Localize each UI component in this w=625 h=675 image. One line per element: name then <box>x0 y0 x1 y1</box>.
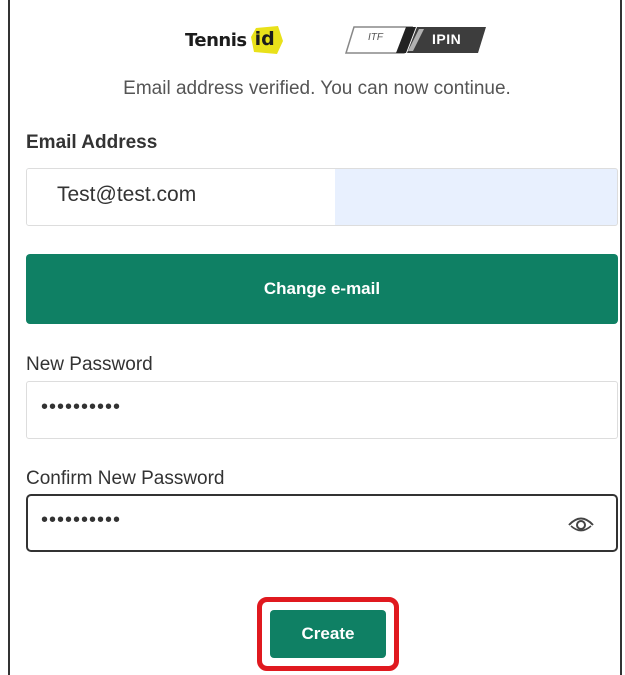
change-email-button[interactable]: Change e-mail <box>26 254 618 324</box>
itf-ipin-logo: ITF IPIN <box>340 24 490 56</box>
create-button[interactable]: Create <box>270 610 386 658</box>
create-button-highlight: Create <box>257 597 399 671</box>
new-password-label: New Password <box>26 354 153 375</box>
email-value: Test@test.com <box>57 183 197 206</box>
confirm-password-label: Confirm New Password <box>26 468 225 489</box>
new-password-masked-value: •••••••••• <box>41 396 122 418</box>
tennis-logo-word: Tennis <box>185 29 247 51</box>
confirm-password-field[interactable]: •••••••••• <box>26 494 618 552</box>
verification-status-message: Email address verified. You can now cont… <box>123 78 511 99</box>
new-password-field[interactable]: •••••••••• <box>26 381 618 439</box>
id-badge-text: id <box>254 28 275 50</box>
ipin-mark: IPIN <box>432 31 462 47</box>
id-badge-icon: id <box>250 25 284 55</box>
tennis-id-logo: Tennis id <box>185 24 284 56</box>
confirm-password-masked-value: •••••••••• <box>41 509 122 531</box>
email-field[interactable]: Test@test.com <box>26 168 618 226</box>
email-address-label: Email Address <box>26 132 158 153</box>
signup-form-panel: Tennis id ITF IPIN Email address verifie… <box>8 0 622 675</box>
logo-bar: Tennis id ITF IPIN <box>10 18 624 62</box>
itf-mark: ITF <box>368 32 383 43</box>
eye-icon[interactable] <box>566 510 596 536</box>
